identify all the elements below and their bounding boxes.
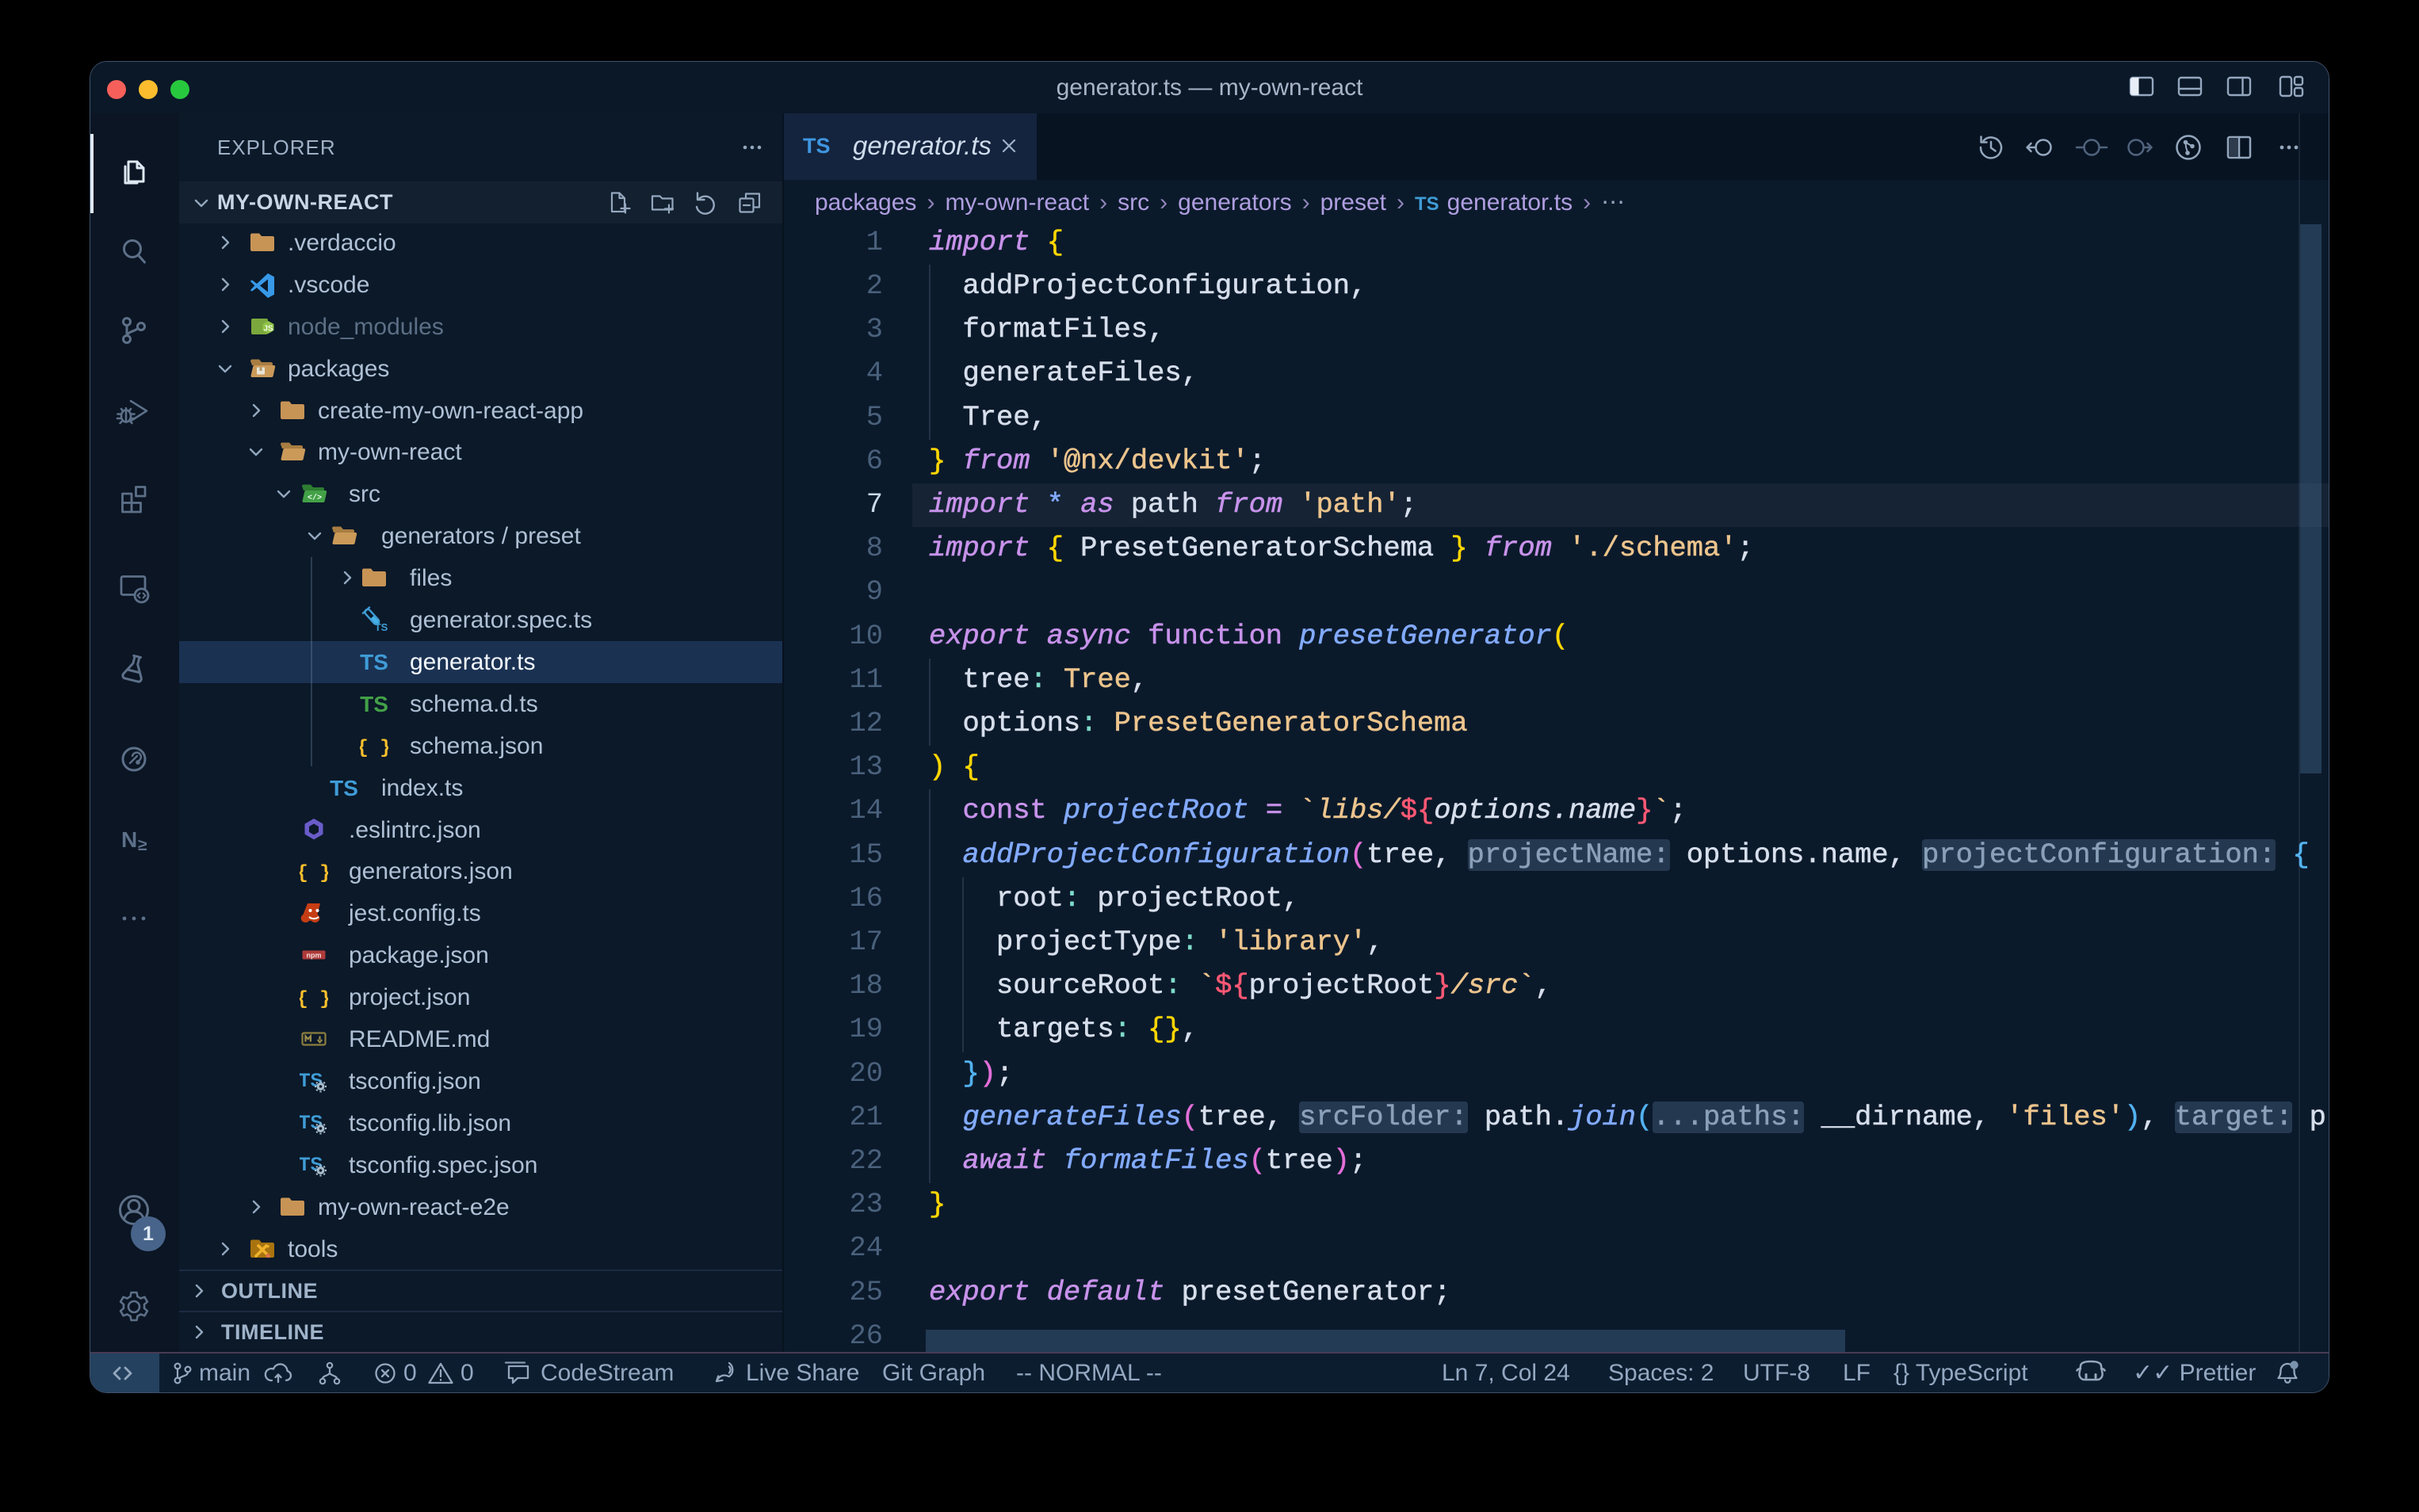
svg-text:{ }: { } [360,738,388,759]
svg-text:npm: npm [307,952,322,960]
svg-text:TS: TS [360,650,388,674]
svg-text:</>: </> [308,494,322,503]
svg-text:{ }: { } [300,863,328,884]
svg-text:JS: JS [263,324,273,333]
svg-text:TS: TS [330,776,358,800]
svg-text:N: N [121,827,137,852]
svg-text:≥: ≥ [138,836,147,854]
svg-text:TS: TS [360,692,388,716]
svg-text:{ }: { } [300,989,328,1010]
svg-text:TS: TS [375,621,388,633]
